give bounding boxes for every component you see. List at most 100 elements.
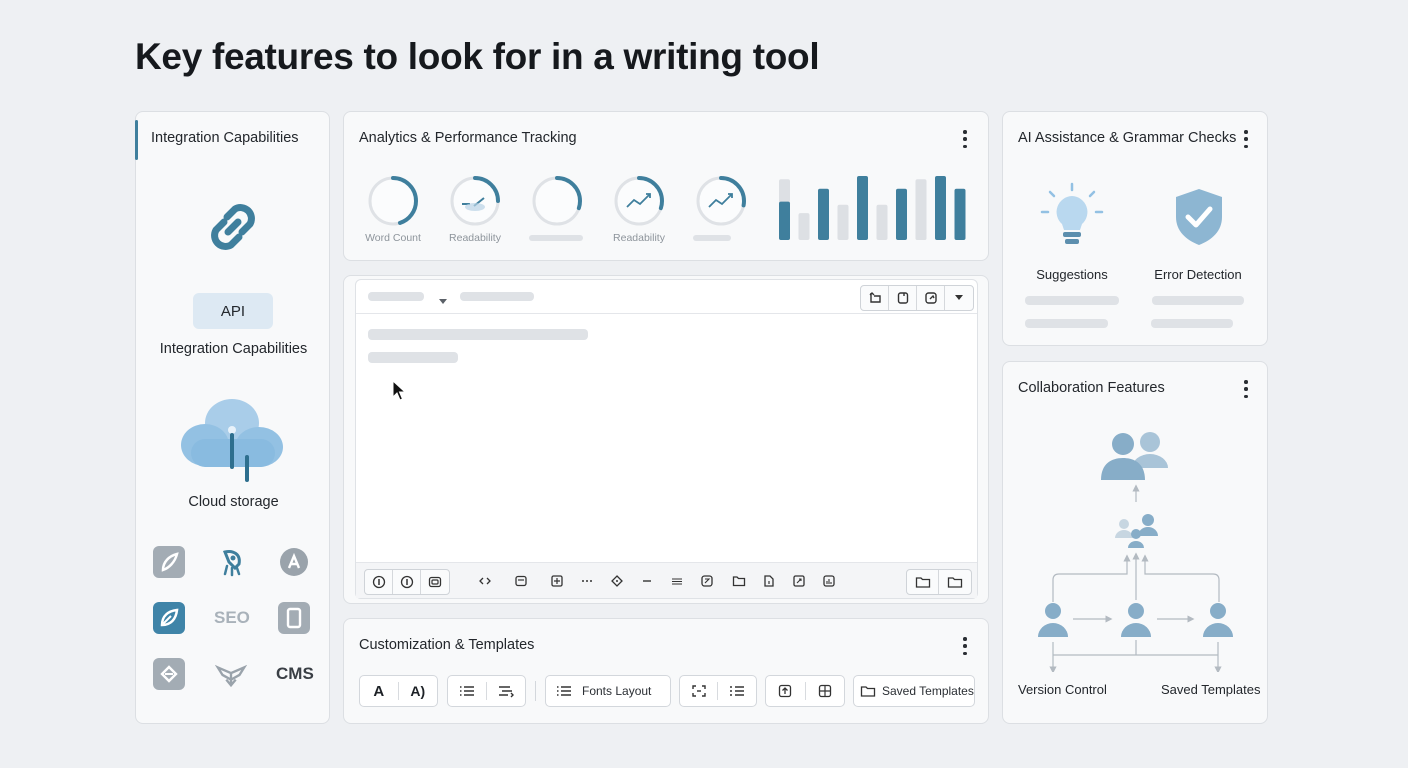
collaboration-flow-diagram [1038, 432, 1233, 672]
ellipsis-icon[interactable] [576, 570, 598, 592]
info-icon[interactable] [365, 570, 393, 594]
document-app-icon[interactable] [278, 602, 310, 634]
info-icon[interactable] [393, 570, 421, 594]
bar [896, 188, 907, 240]
collab-menu-button[interactable] [1241, 380, 1251, 398]
plus-icon[interactable] [546, 570, 568, 592]
editor[interactable] [355, 279, 978, 599]
checklist-icon[interactable] [718, 676, 756, 706]
insert-group[interactable] [765, 675, 845, 707]
wings-app-icon[interactable] [215, 658, 247, 690]
fonts-layout-group[interactable]: Fonts Layout [545, 675, 671, 707]
suggestion-placeholder [1025, 296, 1119, 305]
bar [935, 176, 946, 240]
version-control-label: Version Control [1018, 682, 1107, 697]
font-a2-button[interactable]: A) [399, 676, 438, 706]
error-detection-label: Error Detection [1154, 267, 1242, 282]
chevron-down-icon[interactable] [945, 286, 973, 310]
bar-chart [779, 176, 966, 240]
bottom-toolbar-group [364, 569, 450, 595]
collaboration-card: Collaboration Features Version Control S… [1002, 361, 1268, 724]
saved-templates-label: Saved Templates [882, 684, 974, 698]
font-dropdown-placeholder[interactable] [460, 292, 534, 301]
text-line-placeholder [368, 352, 458, 363]
diamond-icon[interactable] [606, 570, 628, 592]
list-group[interactable] [447, 675, 526, 707]
gauge-label-placeholder [693, 235, 731, 241]
cms-logo[interactable]: CMS [276, 664, 314, 684]
gauge-fill [465, 203, 485, 211]
bar [954, 188, 966, 240]
editor-top-bar [356, 280, 977, 314]
folder-icon[interactable] [907, 570, 939, 594]
divider [535, 681, 536, 701]
error-placeholder [1152, 296, 1244, 305]
ai-card-title: AI Assistance & Grammar Checks [1018, 130, 1237, 146]
integration-card: Integration Capabilities API Integration… [135, 111, 330, 724]
diamond-app-icon[interactable] [153, 658, 185, 690]
file-icon[interactable] [758, 570, 780, 592]
minus-icon[interactable] [636, 570, 658, 592]
page-icon[interactable] [889, 286, 917, 310]
suggestions-label: Suggestions [1036, 267, 1108, 282]
leaf-app-icon[interactable] [153, 602, 185, 634]
ai-menu-button[interactable] [1241, 130, 1251, 148]
folder-button-group [906, 569, 972, 595]
table-icon[interactable] [806, 676, 845, 706]
align-icon[interactable] [666, 570, 688, 592]
chart-icon[interactable] [818, 570, 840, 592]
gauge-label: Readability [449, 232, 501, 244]
font-size-group[interactable]: A A) [359, 675, 438, 707]
a-app-icon[interactable] [278, 546, 310, 578]
list-icon[interactable] [448, 676, 486, 706]
image-icon[interactable] [421, 570, 449, 594]
bar [857, 176, 868, 240]
seo-logo[interactable]: SEO [214, 608, 250, 628]
fonts-layout-button[interactable]: Fonts Layout [582, 676, 655, 706]
analytics-card-title: Analytics & Performance Tracking [359, 130, 577, 146]
note-icon[interactable] [917, 286, 945, 310]
gauge-label: Readability [613, 232, 665, 244]
rocket-app-icon[interactable] [215, 546, 247, 578]
shield-check-icon [1172, 187, 1226, 252]
bar [818, 188, 829, 240]
team-group-icon [1101, 432, 1168, 480]
undo-icon[interactable] [861, 286, 889, 310]
frame-icon[interactable] [696, 570, 718, 592]
customization-card: Customization & Templates A A) Fonts Lay… [343, 618, 989, 724]
folder-icon[interactable] [939, 570, 971, 594]
indent-icon[interactable] [487, 676, 526, 706]
format-group[interactable] [679, 675, 757, 707]
customization-menu-button[interactable] [960, 637, 970, 655]
suggestion-placeholder [1025, 319, 1108, 328]
customization-card-title: Customization & Templates [359, 637, 535, 653]
comment-icon[interactable] [510, 570, 532, 592]
top-toolbar-group [860, 285, 974, 311]
saved-templates-button[interactable]: Saved Templates [853, 675, 975, 707]
lightbulb-icon [1039, 182, 1105, 255]
gauge [448, 174, 502, 233]
pen-app-icon[interactable] [153, 546, 185, 578]
upload-icon[interactable] [766, 676, 805, 706]
folder-icon [860, 684, 876, 698]
gauge [612, 174, 666, 233]
folder-icon[interactable] [728, 570, 750, 592]
link-icon [198, 192, 268, 267]
api-badge[interactable]: API [193, 293, 273, 329]
text-line-placeholder [368, 329, 588, 340]
bar [779, 201, 790, 240]
gauge-label: Word Count [365, 232, 421, 244]
chevron-down-icon[interactable] [438, 293, 448, 311]
font-a-button[interactable]: A [360, 676, 398, 706]
link-icon[interactable] [788, 570, 810, 592]
code-icon[interactable] [474, 570, 496, 592]
link-format-icon[interactable] [680, 676, 717, 706]
page-title: Key features to look for in a writing to… [135, 36, 820, 77]
list-icon[interactable] [546, 676, 582, 706]
mouse-pointer-icon [392, 379, 407, 407]
bar [837, 204, 849, 240]
analytics-menu-button[interactable] [960, 130, 970, 148]
bar [915, 187, 927, 240]
editor-card [343, 275, 989, 604]
style-dropdown-placeholder[interactable] [368, 292, 424, 301]
